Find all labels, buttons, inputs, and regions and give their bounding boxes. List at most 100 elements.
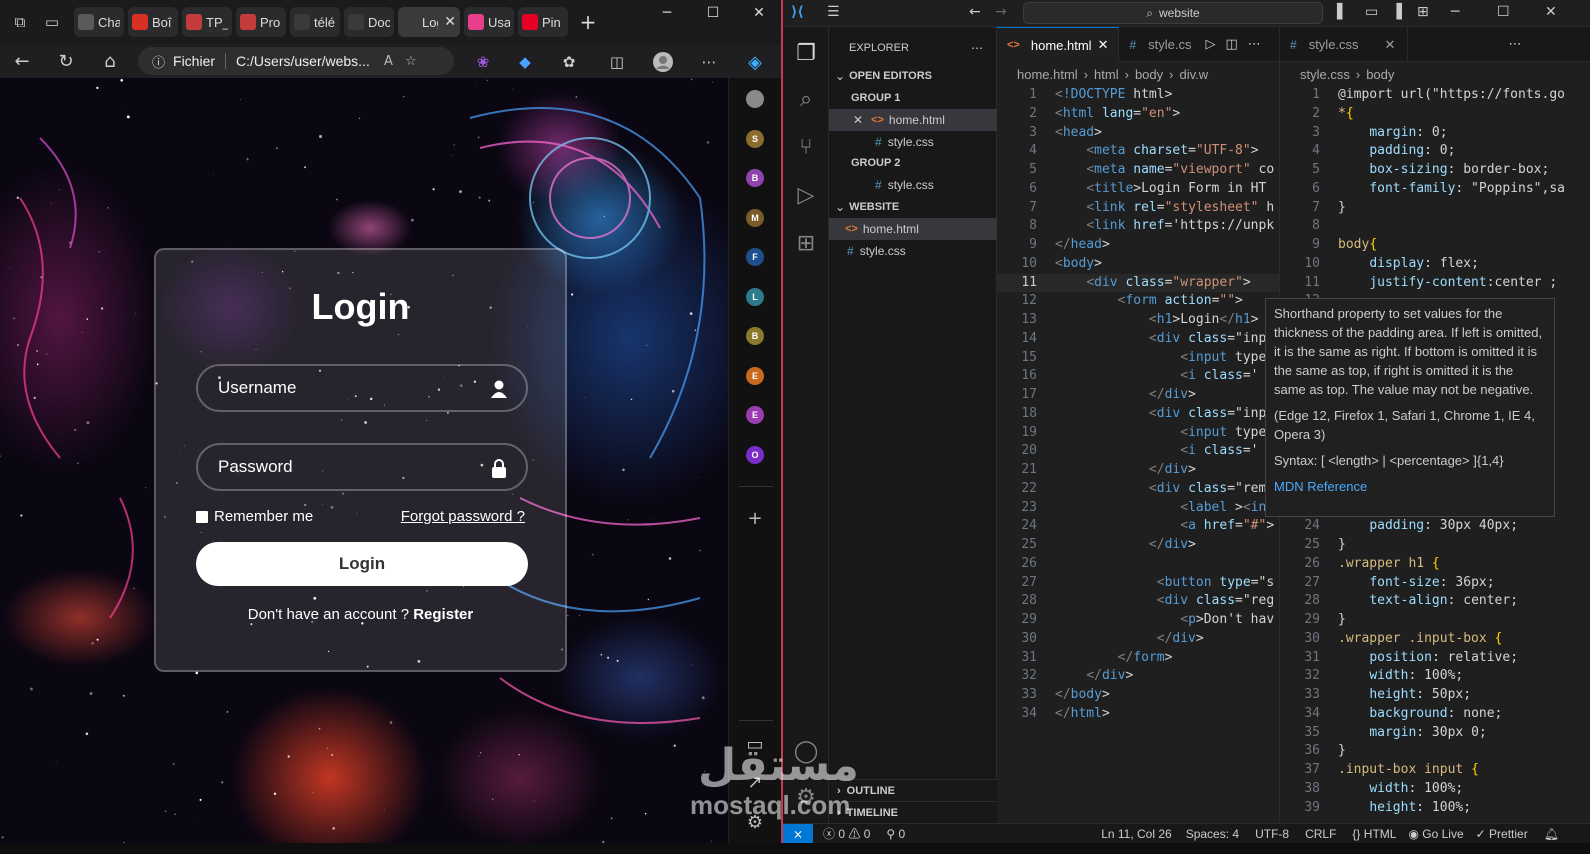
breadcrumb-item[interactable]: body bbox=[1135, 67, 1163, 82]
nav-forward-icon[interactable]: → bbox=[995, 4, 1007, 20]
close-tab-icon[interactable]: ✕ bbox=[1385, 37, 1396, 53]
code-line[interactable]: 17 </div> bbox=[997, 386, 1279, 405]
browser-tab[interactable]: Log ✕ bbox=[398, 7, 460, 37]
sidebar-app-avatar[interactable]: B bbox=[746, 327, 764, 345]
run-debug-icon[interactable]: ▷ bbox=[792, 181, 820, 209]
close-tab-icon[interactable]: ✕ bbox=[444, 14, 456, 30]
code-line[interactable]: 10 <body> bbox=[997, 255, 1279, 274]
breadcrumb-item[interactable]: body bbox=[1366, 67, 1394, 82]
sidebar-app-avatar[interactable]: E bbox=[746, 406, 764, 424]
run-icon[interactable]: ▷ bbox=[1206, 37, 1216, 61]
browser-tab[interactable]: Pin bbox=[518, 7, 568, 37]
copilot-extension-icon[interactable]: ❀ bbox=[472, 52, 494, 72]
code-line[interactable]: 2 *{ bbox=[1280, 105, 1590, 124]
remote-icon[interactable]: ⨯ bbox=[783, 823, 813, 844]
cursor-position[interactable]: Ln 11, Col 26 bbox=[1101, 827, 1172, 841]
menu-icon[interactable]: ☰ bbox=[827, 4, 840, 20]
vscode-maximize-button[interactable]: ☐ bbox=[1497, 4, 1510, 20]
browser-tab[interactable]: Pro bbox=[236, 7, 286, 37]
login-button[interactable]: Login bbox=[196, 542, 528, 586]
password-field[interactable] bbox=[196, 443, 528, 491]
code-line[interactable]: 39 height: 100%; bbox=[1280, 799, 1590, 818]
code-line[interactable]: 28 <div class="reg bbox=[997, 592, 1279, 611]
address-bar[interactable]: ⓘ Fichier C:/Users/user/webs... A ☆ bbox=[138, 47, 454, 75]
copilot-icon[interactable]: ◈ bbox=[744, 52, 766, 73]
vscode-close-button[interactable]: ✕ bbox=[1545, 4, 1557, 20]
sidebar-app-avatar[interactable] bbox=[746, 90, 764, 108]
code-line[interactable]: 11 <div class="wrapper"> bbox=[997, 273, 1279, 293]
browser-tab[interactable]: télé bbox=[290, 7, 340, 37]
vscode-minimize-button[interactable]: ─ bbox=[1451, 4, 1459, 20]
code-line[interactable]: 23 <label ><in bbox=[997, 499, 1279, 518]
code-line[interactable]: 24 <a href="#"> bbox=[997, 517, 1279, 536]
maximize-button[interactable]: ☐ bbox=[690, 0, 736, 26]
explorer-icon[interactable]: ❐ bbox=[792, 39, 820, 67]
code-line[interactable]: 9 </head> bbox=[997, 236, 1279, 255]
code-line[interactable]: 21 </div> bbox=[997, 461, 1279, 480]
code-line[interactable]: 22 <div class="rem bbox=[997, 480, 1279, 499]
website-folder-section[interactable]: ⌄ WEBSITE bbox=[829, 196, 997, 218]
code-line[interactable]: 16 <i class=' bbox=[997, 367, 1279, 386]
breadcrumb-item[interactable]: home.html bbox=[1017, 67, 1078, 82]
more-menu-icon[interactable]: ⋯ bbox=[698, 52, 720, 72]
notifications-bell-icon[interactable]: 🔔︎ bbox=[1544, 827, 1559, 841]
ports-status[interactable]: ⚲ 0 bbox=[886, 827, 905, 841]
eol-status[interactable]: CRLF bbox=[1305, 827, 1336, 841]
code-line[interactable]: 35 margin: 30px 0; bbox=[1280, 724, 1590, 743]
breadcrumb-item[interactable]: style.css bbox=[1300, 67, 1350, 82]
code-line[interactable]: 10 display: flex; bbox=[1280, 255, 1590, 274]
code-line[interactable]: 27 <button type="s bbox=[997, 574, 1279, 593]
code-line[interactable]: 7} bbox=[1280, 199, 1590, 218]
code-line[interactable]: 33 height: 50px; bbox=[1280, 686, 1590, 705]
browser-tab[interactable]: Boî bbox=[128, 7, 178, 37]
code-line[interactable]: 9 body{ bbox=[1280, 236, 1590, 255]
open-editor-style-css-2[interactable]: # style.css bbox=[829, 174, 997, 196]
code-line[interactable]: 24 padding: 30px 40px; bbox=[1280, 517, 1590, 536]
file-style-css[interactable]: # style.css bbox=[829, 240, 997, 262]
split-screen-icon[interactable]: ◫ bbox=[606, 52, 628, 72]
code-line[interactable]: 4 padding: 0; bbox=[1280, 142, 1590, 161]
code-line[interactable]: 3 margin: 0; bbox=[1280, 124, 1590, 143]
forgot-password-link[interactable]: Forgot password ? bbox=[401, 508, 525, 525]
code-line[interactable]: 32 width: 100%; bbox=[1280, 667, 1590, 686]
code-line[interactable]: 5 box-sizing: border-box; bbox=[1280, 161, 1590, 180]
code-line[interactable]: 20 <i class=' bbox=[997, 442, 1279, 461]
command-search[interactable]: ⌕ website bbox=[1023, 2, 1323, 24]
code-line[interactable]: 14 <div class="inp bbox=[997, 330, 1279, 349]
browser-tab[interactable]: Cha bbox=[74, 7, 124, 37]
editor-more-icon[interactable]: ⋯ bbox=[1508, 37, 1521, 61]
tab-style-css[interactable]: # style.cs bbox=[1119, 27, 1201, 62]
code-line[interactable]: 37 .input-box input { bbox=[1280, 761, 1590, 780]
code-line[interactable]: 27 font-size: 36px; bbox=[1280, 574, 1590, 593]
code-line[interactable]: 11 justify-content:center ; bbox=[1280, 274, 1590, 293]
html-editor[interactable]: <> home.html ✕ # style.cs ▷ ◫ ⋯ home.htm… bbox=[997, 27, 1279, 823]
workspaces-icon[interactable]: ⧉ bbox=[8, 10, 32, 34]
code-line[interactable]: 19 <input type bbox=[997, 424, 1279, 443]
code-line[interactable]: 2 <html lang="en"> bbox=[997, 105, 1279, 124]
read-aloud-icon[interactable]: A bbox=[384, 54, 393, 69]
favorite-star-icon[interactable]: ☆ bbox=[405, 54, 417, 69]
code-line[interactable]: 6 font-family: "Poppins",sa bbox=[1280, 180, 1590, 199]
close-window-button[interactable]: ✕ bbox=[736, 0, 782, 26]
sidebar-app-avatar[interactable]: E bbox=[746, 366, 764, 385]
username-field[interactable] bbox=[196, 364, 528, 412]
profile-avatar[interactable] bbox=[652, 52, 674, 72]
browser-tab[interactable]: Doc bbox=[344, 7, 394, 37]
split-editor-icon[interactable]: ◫ bbox=[1226, 37, 1238, 61]
code-line[interactable]: 32 </div> bbox=[997, 667, 1279, 686]
code-line[interactable]: 18 <div class="inp bbox=[997, 405, 1279, 424]
sidebar-app-avatar[interactable]: M bbox=[746, 208, 764, 227]
problems-status[interactable]: ⓧ 0 ⚠ 0 bbox=[823, 825, 870, 842]
go-live-status[interactable]: ◉ Go Live bbox=[1408, 827, 1463, 841]
code-line[interactable]: 3 <head> bbox=[997, 124, 1279, 143]
sidebar-app-avatar[interactable]: S bbox=[746, 129, 764, 148]
sidebar-app-avatar[interactable]: O bbox=[746, 445, 764, 464]
remember-me[interactable]: Remember me bbox=[196, 508, 313, 525]
code-line[interactable]: 25 </div> bbox=[997, 536, 1279, 555]
refresh-icon[interactable]: ↻ bbox=[48, 51, 84, 72]
mdn-reference-link[interactable]: MDN Reference bbox=[1274, 479, 1367, 494]
code-line[interactable]: 38 width: 100%; bbox=[1280, 780, 1590, 799]
code-line[interactable]: 31 position: relative; bbox=[1280, 649, 1590, 668]
code-line[interactable]: 12 <form action=""> bbox=[997, 292, 1279, 311]
explorer-more-icon[interactable]: ⋯ bbox=[971, 41, 983, 55]
